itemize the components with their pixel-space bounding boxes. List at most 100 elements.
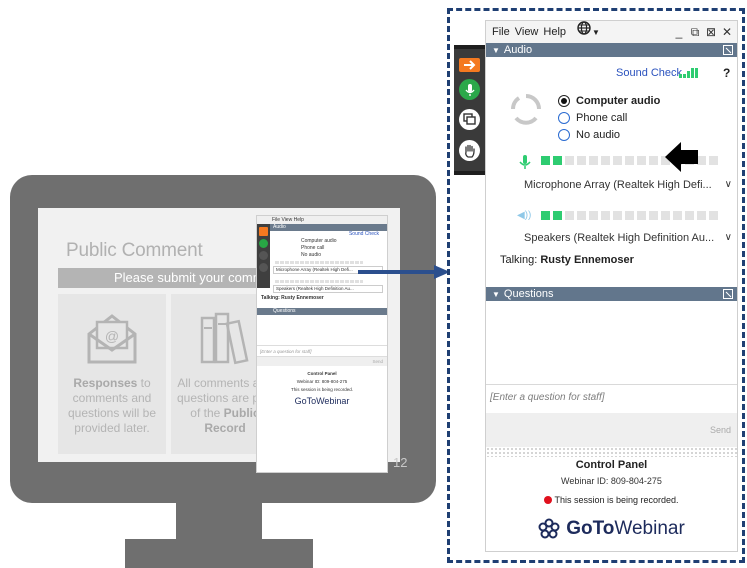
menu-help[interactable]: Help [538,21,566,43]
chevron-down-icon: ∨ [724,179,732,190]
mini-logo: GoToWebinar [294,396,350,406]
mini-cp-title: Control Panel [307,371,337,376]
level-segment [565,156,574,165]
radio-computer-audio[interactable] [558,94,570,107]
mini-questions-area [257,315,387,345]
control-panel-title: Control Panel [575,459,648,471]
logo-webinar: Webinar [614,518,685,539]
level-segment [541,211,550,220]
mini-question-input: [Enter a question for staff] [257,345,387,357]
level-segment [637,156,646,165]
collapse-arrow-button[interactable] [459,58,480,72]
level-segment [601,156,610,165]
spinner-icon [510,94,541,125]
level-segment [625,211,634,220]
level-segment [685,211,694,220]
mini-audio-header: Audio [257,224,387,231]
mini-sidebar [257,224,270,288]
radio-no-audio[interactable] [558,128,570,141]
level-segment [637,211,646,220]
question-input[interactable]: [Enter a question for staff] [486,384,737,412]
help-icon[interactable]: ? [723,66,730,80]
speaker-select[interactable]: Speakers (Realtek High Definition Au... … [522,229,734,247]
level-segment [601,211,610,220]
microphone-select[interactable]: Microphone Array (Realtek High Defi... ∨ [522,176,734,194]
menu-file[interactable]: File [486,21,510,43]
level-segment [565,211,574,220]
microphone-level-icon [519,155,531,169]
option-no-audio[interactable]: No audio [558,126,660,143]
minimize-button[interactable]: _ [673,21,685,43]
minimize-section-icon[interactable] [723,289,733,299]
level-segment [661,211,670,220]
questions-section-header[interactable]: ▼ Questions [486,287,737,301]
level-segment [541,156,550,165]
mini-option-phone: Phone call [301,245,325,251]
mini-speaker-level [275,280,363,283]
level-segment [589,156,598,165]
recording-dot-icon [544,496,553,504]
level-segment [649,156,658,165]
level-segment [697,211,706,220]
slide-title: Public Comment [66,240,203,261]
audio-section-header[interactable]: ▼ Audio [486,43,737,57]
mini-screen-icon [259,251,268,260]
books-icon [200,312,249,365]
send-bar: Send [486,413,737,447]
popout-button[interactable]: ⊠ [705,21,717,43]
mini-option-computer: Computer audio [301,238,337,244]
questions-log [486,303,737,384]
slide-page-number: 12 [393,455,408,470]
radio-phone-call[interactable] [558,111,570,124]
mini-talking: Talking: Rusty Ennemoser [261,295,324,301]
level-segment [625,156,634,165]
minimize-section-icon[interactable] [723,45,733,55]
monitor-stand-base [125,539,313,568]
menu-view[interactable]: View [510,21,539,43]
send-button[interactable]: Send [710,425,731,435]
language-menu[interactable]: ▼ [566,20,600,44]
option-computer-audio[interactable]: Computer audio [558,92,660,109]
level-segment [649,211,658,220]
level-segment [553,211,562,220]
level-segment [709,156,718,165]
envelope-icon: @ [87,314,137,364]
mini-menubar: File View Help [257,216,387,224]
svg-text:@: @ [105,328,119,344]
sound-check-link[interactable]: Sound Check [616,67,682,79]
microphone-icon [464,83,475,96]
collapse-triangle-icon: ▼ [492,46,500,55]
screen-share-icon [463,113,476,125]
card-left-bold: Responses [73,376,138,390]
pointer-arrow-icon [665,142,698,172]
mini-arrow-icon [259,227,268,236]
gotowebinar-logo: GoTo Webinar [486,518,737,540]
globe-icon [577,20,591,35]
monitor-stand-neck [176,503,262,539]
audio-section-title: Audio [503,44,533,56]
microphone-button[interactable] [459,79,480,100]
callout-arrow [358,265,450,279]
gotowebinar-logo-icon [538,518,560,539]
mini-microphone-icon [259,239,268,248]
option-phone-call[interactable]: Phone call [558,109,660,126]
level-segment [553,156,562,165]
mini-speaker-select: Speakers (Realtek High Definition Au... [273,285,383,293]
raise-hand-icon [465,144,475,158]
signal-strength-icon [679,67,698,78]
level-segment [613,156,622,165]
restore-button[interactable]: ⧉ [689,21,701,43]
talking-name: Rusty Ennemoser [540,254,634,266]
screen-share-button[interactable] [459,109,480,130]
chevron-down-icon: ∨ [724,232,732,243]
raise-hand-button[interactable] [459,140,480,161]
mini-control-panel: File View Help Audio Sound Check Compute… [256,215,388,473]
mini-webinar-id: Webinar ID: 809-804-275 [296,379,348,384]
speaker-icon: ◀)) [517,210,532,221]
level-segment [577,211,586,220]
mini-questions-header: Questions [257,308,387,315]
questions-section-title: Questions [503,288,554,300]
close-button[interactable]: ✕ [721,21,733,43]
mini-send: Send [257,357,387,366]
panel-sidebar [454,45,485,175]
